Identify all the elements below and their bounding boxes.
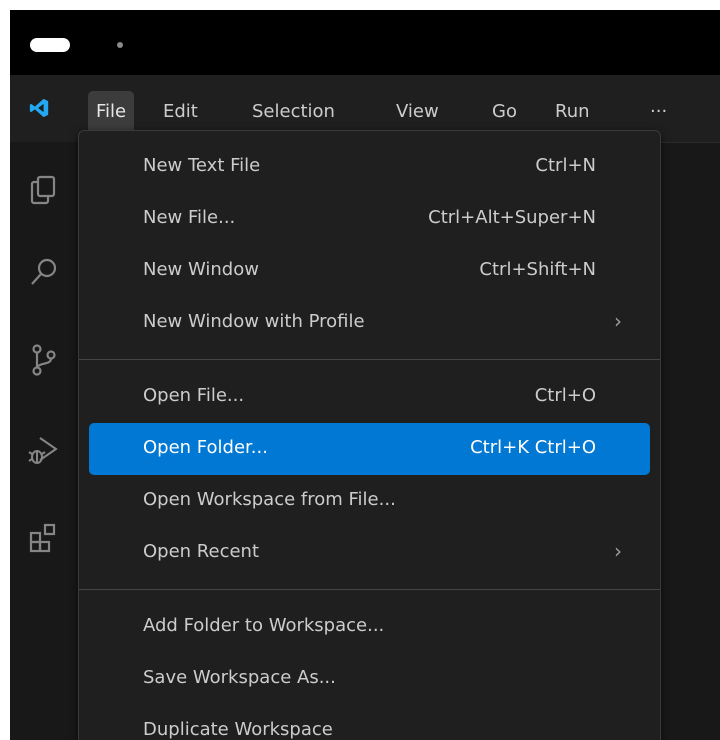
menu-add-folder-to-workspace[interactable]: Add Folder to Workspace...	[89, 601, 650, 653]
menu-separator	[79, 359, 660, 360]
menu-new-window-with-profile[interactable]: New Window with Profile ›	[89, 297, 650, 349]
menu-item-label: Open Recent	[143, 541, 260, 562]
menu-edit[interactable]: Edit	[163, 101, 198, 123]
menu-new-window[interactable]: New Window Ctrl+Shift+N	[89, 245, 650, 297]
menu-open-folder[interactable]: Open Folder... Ctrl+K Ctrl+O	[89, 423, 650, 475]
chevron-right-icon: ›	[614, 309, 622, 333]
menu-item-label: Add Folder to Workspace...	[143, 615, 385, 636]
menu-item-label: Save Workspace As...	[143, 667, 336, 688]
extensions-icon[interactable]	[26, 520, 62, 556]
vscode-logo-icon	[29, 98, 49, 118]
menu-item-label: New Text File	[143, 155, 261, 176]
source-control-icon[interactable]	[26, 342, 62, 378]
menu-item-label: Duplicate Workspace	[143, 719, 333, 740]
menu-item-label: New File...	[143, 207, 236, 228]
explorer-icon[interactable]	[26, 172, 62, 208]
menu-item-label: New Window	[143, 259, 259, 280]
activity-bar	[10, 142, 78, 740]
menu-go[interactable]: Go	[492, 101, 517, 123]
status-pill-icon	[30, 38, 70, 52]
menu-item-shortcut: Ctrl+N	[535, 155, 596, 176]
menu-item-label: Open Workspace from File...	[143, 489, 396, 510]
menu-item-label: Open File...	[143, 385, 245, 406]
search-icon[interactable]	[26, 254, 62, 290]
menu-new-file[interactable]: New File... Ctrl+Alt+Super+N	[89, 193, 650, 245]
chevron-right-icon: ›	[614, 539, 622, 563]
status-dot-icon	[117, 42, 123, 48]
run-debug-icon[interactable]	[26, 432, 62, 468]
menu-item-shortcut: Ctrl+O	[534, 385, 596, 406]
menu-more[interactable]: ···	[650, 101, 667, 123]
menu-open-workspace-from-file[interactable]: Open Workspace from File...	[89, 475, 650, 527]
menu-separator	[79, 589, 660, 590]
menu-duplicate-workspace[interactable]: Duplicate Workspace	[89, 705, 650, 740]
file-menu-dropdown: New Text File Ctrl+N New File... Ctrl+Al…	[78, 130, 661, 740]
menu-file[interactable]: File	[88, 91, 135, 133]
menu-item-label: New Window with Profile	[143, 311, 365, 332]
menu-run[interactable]: Run	[555, 101, 590, 123]
menu-view[interactable]: View	[396, 101, 439, 123]
menu-item-shortcut: Ctrl+K Ctrl+O	[470, 437, 596, 458]
menu-selection[interactable]: Selection	[252, 101, 335, 123]
menu-open-file[interactable]: Open File... Ctrl+O	[89, 371, 650, 423]
system-top-bar	[10, 10, 720, 75]
menu-new-text-file[interactable]: New Text File Ctrl+N	[89, 141, 650, 193]
menu-item-label: Open Folder...	[143, 437, 268, 458]
app-window: File Edit Selection View Go Run ··· New …	[10, 10, 720, 740]
menu-save-workspace-as[interactable]: Save Workspace As...	[89, 653, 650, 705]
menu-item-shortcut: Ctrl+Shift+N	[479, 259, 596, 280]
menu-item-shortcut: Ctrl+Alt+Super+N	[428, 207, 596, 228]
menu-open-recent[interactable]: Open Recent ›	[89, 527, 650, 579]
